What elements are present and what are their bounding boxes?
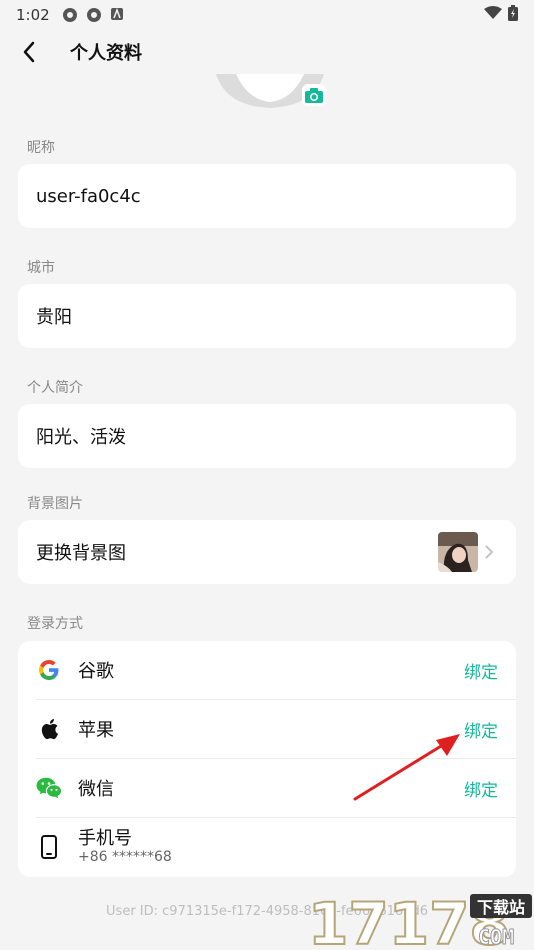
nickname-label: 昵称 (27, 140, 55, 156)
phone-number: +86 ******68 (78, 849, 172, 865)
login-apple-label: 苹果 (78, 720, 114, 741)
notification-icon-2 (86, 7, 102, 23)
city-value: 贵阳 (36, 307, 72, 328)
watermark-tag: 下载站 (477, 898, 525, 917)
back-arrow-icon (23, 41, 35, 63)
login-row-google: 谷歌 绑定 (18, 641, 516, 699)
change-background-row[interactable]: 更换背景图 (18, 520, 516, 584)
battery-icon (508, 5, 518, 25)
top-bar: 个人资料 (0, 30, 534, 74)
login-google-label: 谷歌 (78, 661, 114, 682)
bind-google-button[interactable]: 绑定 (464, 658, 498, 683)
phone-text: 手机号 +86 ******68 (78, 828, 172, 866)
login-phone-label: 手机号 (78, 828, 132, 849)
nickname-field[interactable]: user-fa0c4c (18, 164, 516, 228)
phone-icon (36, 834, 62, 860)
bio-label: 个人简介 (27, 380, 83, 396)
city-field[interactable]: 贵阳 (18, 284, 516, 348)
notification-icon-3 (110, 7, 126, 23)
city-label: 城市 (27, 260, 55, 276)
notification-icon-1 (62, 7, 78, 23)
apple-icon (36, 716, 62, 742)
chevron-right-icon (484, 544, 498, 560)
back-button[interactable] (22, 30, 62, 74)
annotation-arrow (353, 734, 460, 801)
bio-field[interactable]: 阳光、活泼 (18, 404, 516, 468)
watermark-domain: COM (478, 925, 514, 949)
status-bar: 1:02 (0, 0, 534, 30)
bio-value: 阳光、活泼 (36, 427, 126, 448)
site-watermark: 17178 下载站 COM (307, 888, 534, 950)
change-background-label: 更换背景图 (36, 543, 126, 564)
login-wechat-label: 微信 (78, 779, 114, 800)
status-time: 1:02 (16, 6, 50, 24)
nickname-value: user-fa0c4c (36, 185, 141, 207)
google-icon (36, 657, 62, 683)
wifi-icon (484, 6, 502, 24)
login-methods-label: 登录方式 (27, 616, 83, 632)
wechat-icon (36, 775, 62, 801)
background-label: 背景图片 (27, 496, 83, 512)
background-thumbnail (438, 532, 478, 572)
login-row-phone[interactable]: 手机号 +86 ******68 (18, 818, 516, 876)
camera-icon (305, 87, 323, 103)
page-title: 个人资料 (70, 43, 142, 64)
change-avatar-button[interactable] (302, 84, 326, 106)
